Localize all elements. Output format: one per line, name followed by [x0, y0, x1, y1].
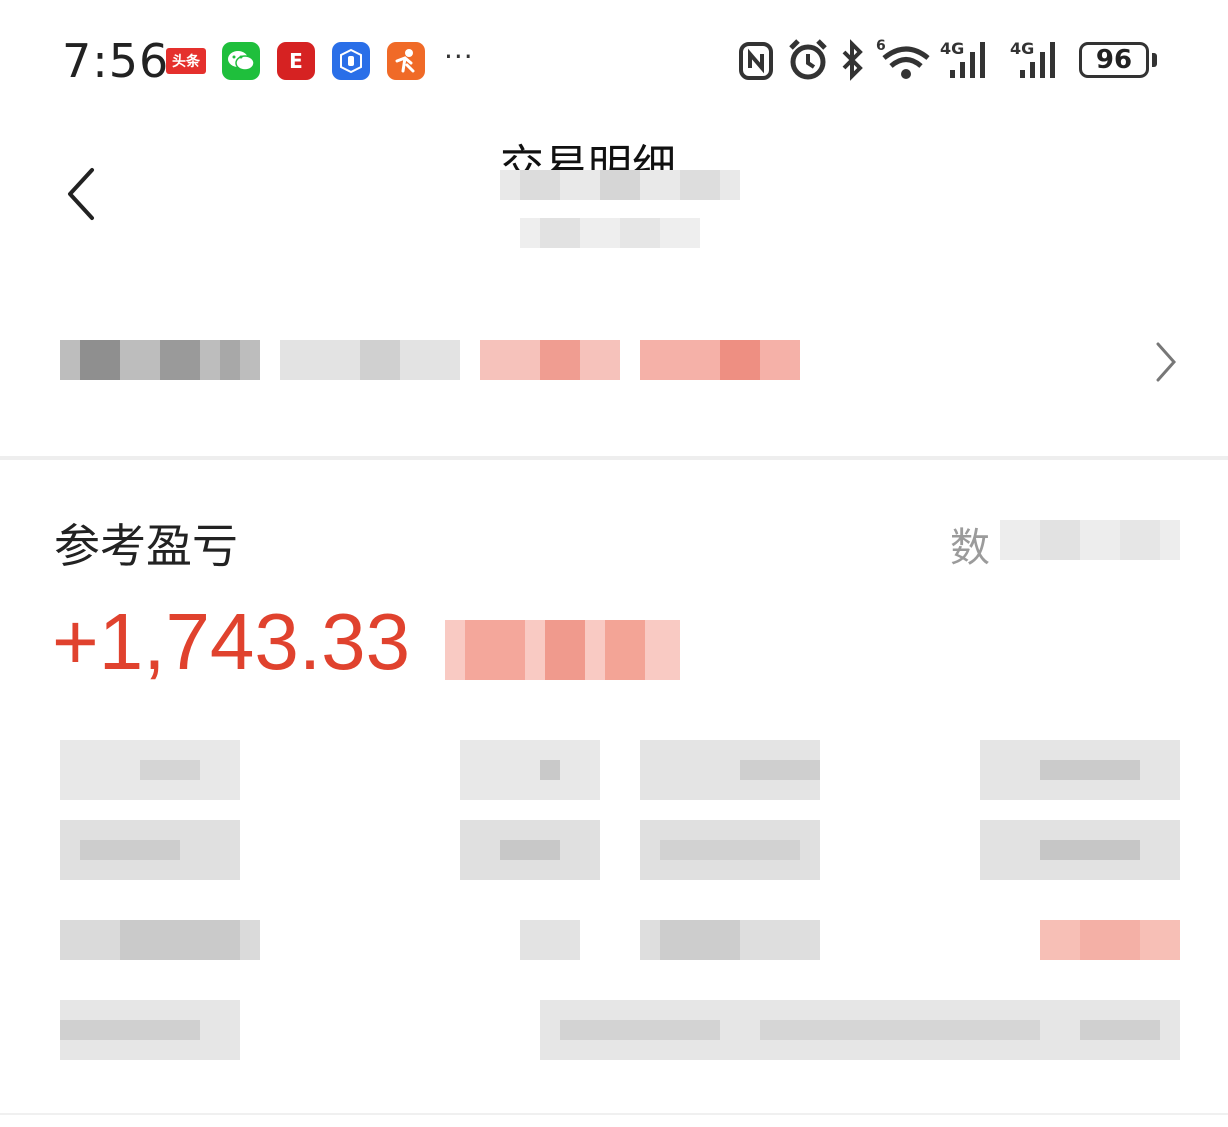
- account-row[interactable]: [40, 320, 1190, 410]
- section-divider: [0, 456, 1228, 460]
- redacted-subtitle: [500, 168, 740, 258]
- chevron-right-icon[interactable]: [1152, 340, 1180, 384]
- bottom-divider: [0, 1113, 1228, 1115]
- data-label: 数: [950, 525, 990, 571]
- battery-tip: [1152, 53, 1157, 67]
- svg-text:4G: 4G: [1010, 39, 1034, 58]
- redacted-profit-rate: [445, 620, 680, 680]
- blue-app-icon: [332, 42, 370, 80]
- profit-value: +1,743.33: [52, 597, 411, 686]
- alarm-icon: [789, 39, 827, 80]
- signal-4g-1-icon: 4G: [940, 39, 985, 78]
- orange-app-icon: [387, 42, 425, 80]
- toutiao-icon: 头条: [166, 48, 206, 74]
- svg-text:6: 6: [876, 38, 886, 54]
- section-title: 参考盈亏: [54, 519, 238, 573]
- status-bar: 7:56 头条 E ··· 6 4G 4G 96: [0, 0, 1228, 120]
- nfc-icon: [739, 42, 773, 80]
- back-arrow-icon[interactable]: [62, 166, 102, 222]
- red-app-icon: E: [277, 42, 315, 80]
- redacted-data-label: [1000, 520, 1180, 560]
- battery-indicator: 96: [1079, 42, 1149, 78]
- redacted-detail-table: [0, 730, 1228, 1070]
- more-notifications-icon: ···: [444, 40, 474, 73]
- status-time: 7:56: [62, 34, 170, 88]
- svg-text:4G: 4G: [940, 39, 964, 58]
- bluetooth-icon: [842, 39, 863, 81]
- signal-4g-2-icon: 4G: [1010, 39, 1055, 78]
- wechat-icon: [222, 42, 260, 80]
- wifi-icon: 6: [876, 38, 930, 79]
